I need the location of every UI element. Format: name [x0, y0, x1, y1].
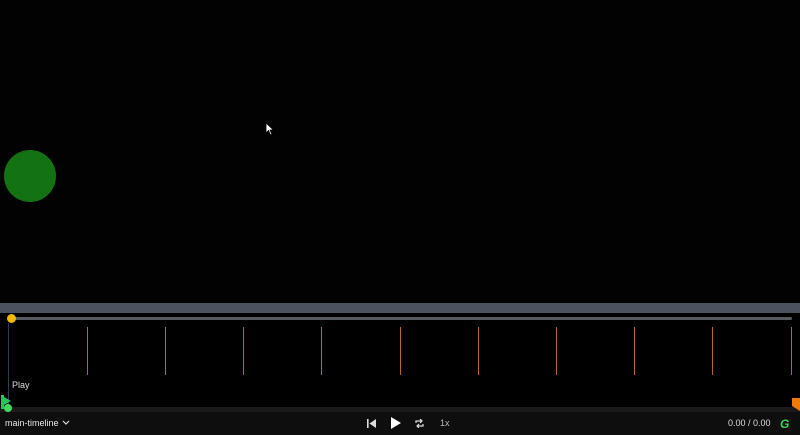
time-marker [400, 327, 401, 375]
time-marker [478, 327, 479, 375]
time-marker [712, 327, 713, 375]
skip-back-icon [366, 418, 376, 428]
progress-track[interactable] [12, 317, 792, 320]
loop-button[interactable] [412, 416, 426, 430]
end-marker-icon[interactable] [790, 398, 800, 411]
timeline-select[interactable]: main-timeline [5, 418, 70, 428]
chevron-down-icon [62, 420, 69, 425]
playback-controls: 1x [364, 416, 450, 430]
timeline-panel: Play [0, 313, 800, 407]
time-marker [634, 327, 635, 375]
time-marker [243, 327, 244, 375]
time-marker [87, 327, 88, 375]
mouse-cursor-icon [265, 122, 275, 136]
animated-circle [4, 150, 56, 202]
loop-icon [414, 418, 424, 428]
panel-resize-bar[interactable] [0, 303, 800, 313]
play-icon [390, 417, 401, 429]
animation-stage [0, 0, 800, 303]
time-readout: 0.00 / 0.00 [728, 418, 771, 428]
controls-bar: main-timeline 1x 0.00 / 0.00 G [0, 412, 800, 435]
play-label: Play [12, 380, 30, 390]
skip-back-button[interactable] [364, 416, 378, 430]
time-marker [791, 327, 792, 375]
time-marker [556, 327, 557, 375]
start-marker-icon[interactable] [0, 395, 14, 413]
gsap-logo-icon: G [780, 417, 790, 431]
time-marker [321, 327, 322, 375]
play-button[interactable] [388, 416, 402, 430]
timeline-name: main-timeline [5, 418, 59, 428]
time-marker [165, 327, 166, 375]
progress-thumb[interactable] [7, 314, 16, 323]
speed-select[interactable]: 1x [440, 418, 450, 428]
